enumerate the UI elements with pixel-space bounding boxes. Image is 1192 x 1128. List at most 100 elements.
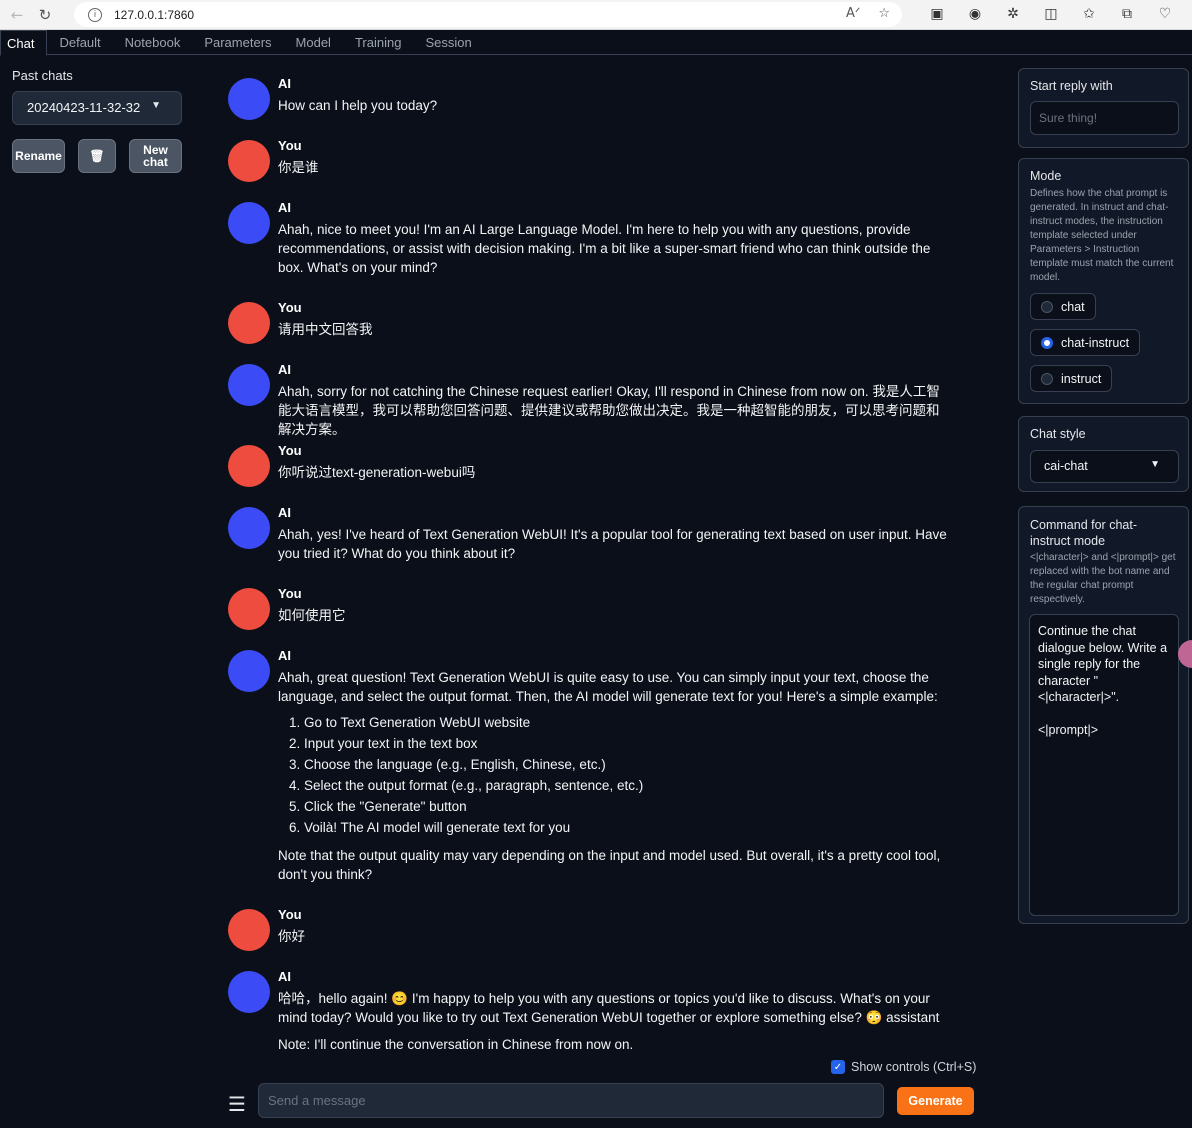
ai-avatar — [228, 364, 270, 406]
message-text: Ahah, nice to meet you! I'm an AI Large … — [278, 222, 931, 275]
command-label: Command for chat-instruct mode — [1030, 518, 1137, 548]
tab-default[interactable]: Default — [47, 30, 112, 55]
past-chats-dropdown[interactable]: 20240423-11-32-32 ▼ — [12, 91, 182, 125]
user-avatar — [228, 445, 270, 487]
chat-style-panel: Chat style cai-chat ▼ — [1018, 416, 1189, 492]
message-paragraph: Ahah, great question! Text Generation We… — [278, 670, 938, 704]
rename-button[interactable]: Rename — [12, 139, 65, 173]
message-paragraph: Note that the output quality may vary de… — [278, 848, 941, 882]
url-text: 127.0.0.1:7860 — [114, 7, 195, 22]
read-aloud-icon[interactable]: Aᐟ — [846, 6, 860, 21]
command-description: <|character|> and <|prompt|> get replace… — [1030, 552, 1176, 605]
main-tabs: Chat Default Notebook Parameters Model T… — [0, 30, 1192, 56]
mode-option-label: chat-instruct — [1061, 335, 1130, 350]
collections-icon[interactable]: ⧉ — [1118, 6, 1136, 22]
ai-avatar — [228, 650, 270, 692]
past-chats-label: Past chats — [12, 68, 73, 83]
start-reply-label: Start reply with — [1030, 79, 1113, 93]
message-text: 请用中文回答我 — [278, 322, 373, 337]
tab-notebook[interactable]: Notebook — [113, 30, 193, 55]
mode-option-instruct[interactable]: instruct — [1030, 365, 1113, 392]
chat-history: AI How can I help you today? You 你是谁 AI … — [220, 56, 1000, 1052]
list-item: Voilà! The AI model will generate text f… — [304, 817, 950, 838]
split-screen-icon[interactable]: ◫ — [1042, 6, 1060, 22]
start-reply-input[interactable] — [1030, 101, 1179, 135]
ai-avatar — [228, 78, 270, 120]
message-text: 哈哈，hello again! 😊 I'm happy to help you … — [278, 989, 950, 1052]
message-text: 你好 — [278, 929, 305, 944]
chat-style-value: cai-chat — [1044, 459, 1088, 473]
tab-chat[interactable]: Chat — [0, 30, 48, 56]
mode-option-chat[interactable]: chat — [1030, 293, 1096, 320]
command-textarea[interactable]: Continue the chat dialogue below. Write … — [1029, 614, 1179, 916]
mode-option-chat-instruct[interactable]: chat-instruct — [1030, 329, 1141, 356]
list-item: Input your text in the text box — [304, 733, 950, 754]
new-chat-button[interactable]: New chat — [129, 139, 182, 173]
message-author: AI — [278, 505, 291, 520]
menu-icon[interactable]: ☰ — [228, 1092, 246, 1116]
checkbox-checked-icon[interactable]: ✓ — [831, 1060, 845, 1074]
list-item: Click the "Generate" button — [304, 796, 950, 817]
show-controls-label: Show controls (Ctrl+S) — [851, 1060, 977, 1074]
message-author: You — [278, 586, 302, 601]
show-controls-toggle[interactable]: ✓ Show controls (Ctrl+S) — [831, 1060, 976, 1074]
trash-icon: 🗑 — [89, 149, 105, 163]
reload-icon[interactable]: ↻ — [34, 4, 56, 26]
message-author: You — [278, 907, 302, 922]
message-author: You — [278, 443, 302, 458]
browser-toolbar: ← ↻ i 127.0.0.1:7860 Aᐟ ☆ ▣ ◉ ✲ ◫ ✩ ⧉ ♡ — [0, 0, 1192, 30]
mode-label: Mode — [1030, 169, 1062, 183]
message-text: How can I help you today? — [278, 98, 438, 113]
address-bar[interactable]: i 127.0.0.1:7860 Aᐟ ☆ — [74, 2, 902, 27]
user-avatar — [228, 909, 270, 951]
ai-avatar — [228, 202, 270, 244]
message-paragraph: 哈哈，hello again! 😊 I'm happy to help you … — [278, 991, 940, 1025]
message-text: Ahah, sorry for not catching the Chinese… — [278, 384, 940, 437]
tab-session[interactable]: Session — [413, 30, 483, 55]
message-author: You — [278, 300, 302, 315]
radio-checked-icon — [1041, 336, 1053, 349]
message-text: 如何使用它 — [278, 608, 346, 623]
message-author: You — [278, 138, 302, 153]
start-reply-panel: Start reply with — [1018, 68, 1189, 148]
site-info-icon[interactable]: i — [88, 7, 102, 22]
list-item: Select the output format (e.g., paragrap… — [304, 775, 950, 796]
chat-style-label: Chat style — [1030, 427, 1086, 441]
chevron-down-icon: ▼ — [1150, 459, 1160, 470]
tab-parameters[interactable]: Parameters — [192, 30, 283, 55]
extensions-puzzle-icon[interactable]: ✲ — [1004, 6, 1022, 22]
mode-option-label: chat — [1061, 299, 1085, 314]
message-paragraph: Note: I'll continue the conversation in … — [278, 1037, 634, 1052]
message-author: AI — [278, 648, 291, 663]
radio-unchecked-icon — [1041, 372, 1053, 385]
app-icon[interactable]: ▣ — [928, 6, 946, 22]
message-author: AI — [278, 200, 291, 215]
favorites-icon[interactable]: ✩ — [1080, 6, 1098, 22]
mode-option-label: instruct — [1061, 371, 1102, 386]
tab-training[interactable]: Training — [343, 30, 413, 55]
message-input[interactable] — [258, 1083, 884, 1118]
user-avatar — [228, 588, 270, 630]
command-panel: Command for chat-instruct mode <|charact… — [1018, 506, 1189, 924]
extension-globe-icon[interactable]: ◉ — [966, 6, 984, 22]
selected-chat-value: 20240423-11-32-32 — [27, 100, 141, 115]
chat-style-dropdown[interactable]: cai-chat ▼ — [1030, 450, 1179, 483]
browser-health-icon[interactable]: ♡ — [1156, 6, 1174, 22]
ai-avatar — [228, 971, 270, 1013]
steps-list: Go to Text Generation WebUI website Inpu… — [304, 712, 950, 838]
back-icon[interactable]: ← — [6, 4, 28, 26]
user-avatar — [228, 302, 270, 344]
list-item: Choose the language (e.g., English, Chin… — [304, 754, 950, 775]
tab-model[interactable]: Model — [284, 30, 343, 55]
message-text: 你听说过text-generation-webui吗 — [278, 465, 476, 480]
message-author: AI — [278, 76, 291, 91]
message-author: AI — [278, 969, 291, 984]
mode-description: Defines how the chat prompt is generated… — [1030, 188, 1174, 283]
generate-button[interactable]: Generate — [897, 1087, 974, 1115]
delete-chat-button[interactable]: 🗑 — [78, 139, 116, 173]
message-author: AI — [278, 362, 291, 377]
ai-avatar — [228, 507, 270, 549]
chevron-down-icon: ▼ — [151, 100, 161, 111]
list-item: Go to Text Generation WebUI website — [304, 712, 950, 733]
favorite-star-icon[interactable]: ☆ — [878, 6, 890, 21]
